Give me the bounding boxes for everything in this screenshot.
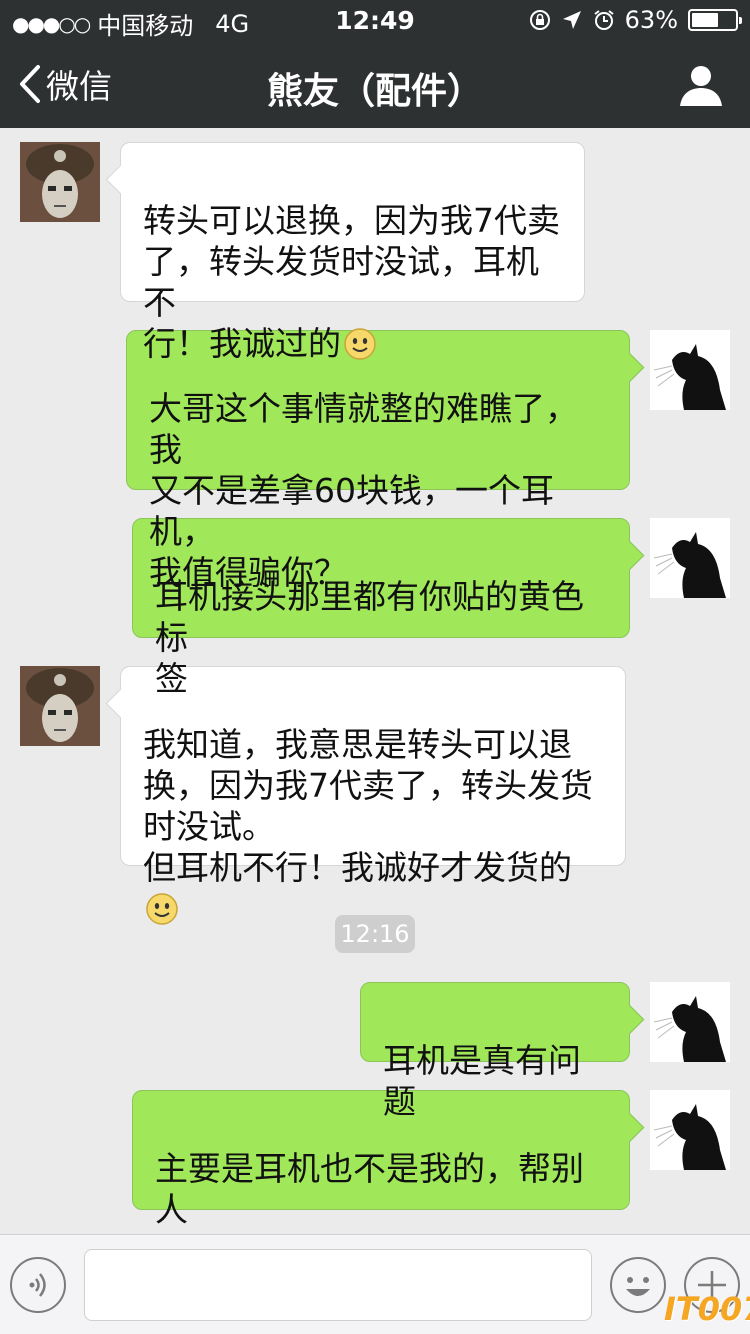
message-text: 主要是耳机也不是我的，帮别人 买，还要我赔这钱了 xyxy=(155,1149,584,1234)
message-bubble-received[interactable]: 转头可以退换，因为我7代卖 了，转头发货时没试，耳机不 行！我诚过的 xyxy=(120,142,585,363)
smile-emoji-icon xyxy=(146,893,178,925)
watermark-logo: IT007 xyxy=(664,1290,750,1328)
friend-avatar[interactable] xyxy=(20,142,100,222)
message-bubble-sent[interactable]: 主要是耳机也不是我的，帮别人 买，还要我赔这钱了 xyxy=(132,1090,630,1234)
voice-icon xyxy=(29,1273,46,1297)
chat-title: 熊友（配件） xyxy=(266,71,483,112)
my-avatar[interactable] xyxy=(650,982,730,1062)
message-bubble-received[interactable]: 我知道，我意思是转头可以退 换，因为我7代卖了，转头发货 时没试。 但耳机不行！… xyxy=(120,666,626,925)
emoji-button[interactable] xyxy=(610,1257,666,1313)
my-avatar[interactable] xyxy=(650,1090,730,1170)
top-bar: ●●●○○ 中国移动 4G 12:49 63% 微信 熊友（配件） xyxy=(0,0,750,128)
alarm-icon xyxy=(594,10,614,30)
my-avatar[interactable] xyxy=(650,330,730,410)
message-text: 我知道，我意思是转头可以退 换，因为我7代卖了，转头发货 时没试。 但耳机不行！… xyxy=(143,725,593,887)
voice-input-button[interactable] xyxy=(10,1257,66,1313)
input-bar xyxy=(0,1234,750,1334)
message-bubble-sent[interactable]: 耳机是真有问题 xyxy=(360,982,630,1121)
friend-avatar[interactable] xyxy=(20,666,100,746)
my-avatar[interactable] xyxy=(650,518,730,598)
battery-percent: 63% xyxy=(624,6,678,34)
chat-area[interactable]: 转头可以退换，因为我7代卖 了，转头发货时没试，耳机不 行！我诚过的 大哥这个事… xyxy=(0,128,750,1234)
rotation-lock-icon xyxy=(529,10,550,30)
smiley-icon xyxy=(626,1277,650,1296)
timestamp-badge: 12:16 xyxy=(335,915,415,953)
smile-emoji-icon xyxy=(344,328,376,360)
location-icon xyxy=(562,11,581,29)
message-input[interactable] xyxy=(84,1249,592,1321)
battery-fill xyxy=(692,13,719,27)
battery-icon xyxy=(688,9,742,31)
status-bar: ●●●○○ 中国移动 4G 12:49 63% xyxy=(0,0,750,40)
person-icon[interactable] xyxy=(678,62,724,108)
nav-bar: 微信 熊友（配件） xyxy=(0,40,750,128)
